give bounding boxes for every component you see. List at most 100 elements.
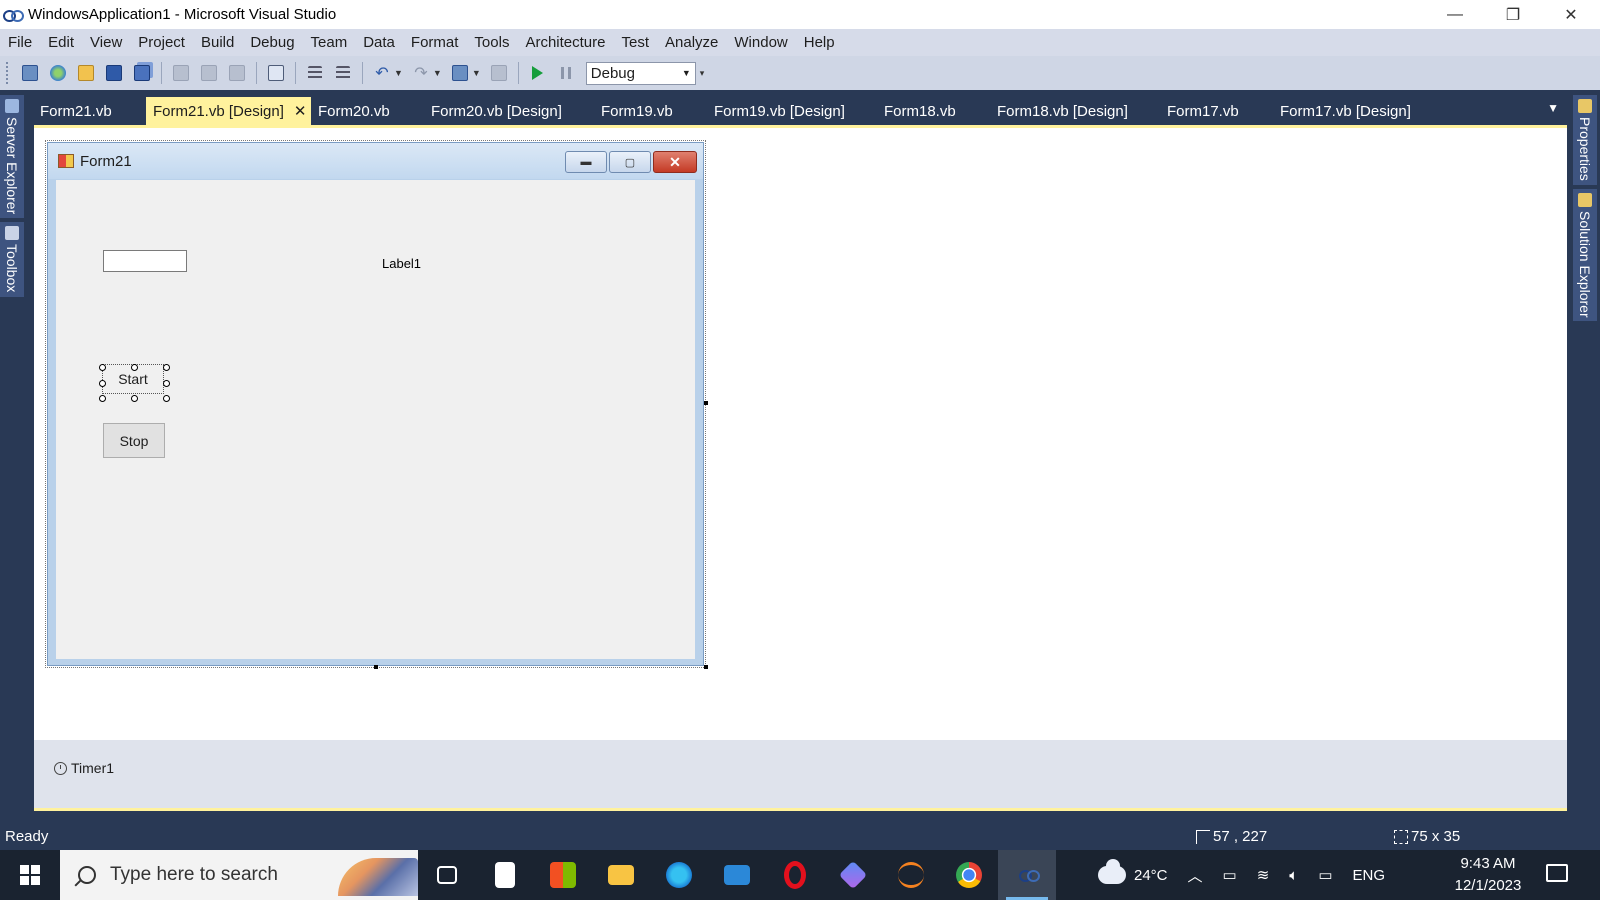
save-button[interactable] — [103, 62, 125, 84]
taskbar-clock[interactable]: 9:43 AM 12/1/2023 — [1440, 853, 1536, 897]
resize-handle[interactable] — [163, 364, 170, 371]
tray-border — [34, 808, 1567, 811]
menu-build[interactable]: Build — [193, 29, 242, 56]
undo-dropdown-icon[interactable]: ▼ — [394, 68, 403, 78]
menu-test[interactable]: Test — [614, 29, 658, 56]
resize-handle[interactable] — [99, 364, 106, 371]
tab-overflow-dropdown-icon[interactable]: ▼ — [1547, 101, 1559, 115]
form-resize-handle[interactable] — [374, 665, 378, 669]
resize-handle[interactable] — [99, 395, 106, 402]
form-resize-handle[interactable] — [704, 665, 708, 669]
resize-handle[interactable] — [131, 395, 138, 402]
mail-taskbar-button[interactable] — [708, 850, 766, 900]
menu-team[interactable]: Team — [303, 29, 356, 56]
tab-form20-design[interactable]: Form20.vb [Design] — [424, 97, 594, 125]
menu-view[interactable]: View — [82, 29, 130, 56]
new-website-button[interactable] — [47, 62, 69, 84]
open-file-button[interactable] — [75, 62, 97, 84]
toolbar-grip[interactable] — [6, 62, 10, 84]
resize-handle[interactable] — [131, 364, 138, 371]
opera-taskbar-button[interactable] — [766, 850, 824, 900]
form21-window[interactable]: Form21 ▬ ▢ ✕ Label1 Start Stop — [47, 142, 704, 666]
menu-architecture[interactable]: Architecture — [517, 29, 613, 56]
textbox1[interactable] — [103, 250, 187, 272]
find-button[interactable] — [265, 62, 287, 84]
app-taskbar-button[interactable] — [882, 850, 940, 900]
copy-button[interactable] — [198, 62, 220, 84]
position-icon — [1196, 829, 1210, 844]
visual-studio-icon — [1018, 869, 1040, 882]
comment-lines-button[interactable] — [304, 62, 326, 84]
volume-button[interactable]: 🔈︎ — [1279, 867, 1308, 884]
menu-file[interactable]: File — [0, 29, 40, 56]
resize-handle[interactable] — [99, 380, 106, 387]
start-debugging-button[interactable] — [527, 62, 549, 84]
menu-edit[interactable]: Edit — [40, 29, 82, 56]
redo-button[interactable]: ↷ — [410, 62, 432, 84]
close-button[interactable]: ✕ — [1542, 0, 1600, 29]
break-all-button[interactable] — [555, 62, 577, 84]
taskbar-search-box[interactable]: Type here to search — [60, 850, 418, 900]
menu-analyze[interactable]: Analyze — [657, 29, 726, 56]
menu-help[interactable]: Help — [796, 29, 843, 56]
menu-data[interactable]: Data — [355, 29, 403, 56]
menu-format[interactable]: Format — [403, 29, 467, 56]
menu-debug[interactable]: Debug — [242, 29, 302, 56]
network-button[interactable]: ≋ — [1247, 866, 1280, 884]
redo-dropdown-icon[interactable]: ▼ — [433, 68, 442, 78]
tab-form19-vb[interactable]: Form19.vb — [594, 97, 707, 125]
tab-form17-design[interactable]: Form17.vb [Design] — [1273, 97, 1443, 125]
menu-project[interactable]: Project — [130, 29, 193, 56]
notepad-taskbar-button[interactable] — [476, 850, 534, 900]
navigate-dropdown-icon[interactable]: ▼ — [472, 68, 481, 78]
solution-explorer-tab[interactable]: Solution Explorer — [1573, 188, 1597, 322]
weather-widget[interactable]: 24°C — [1088, 859, 1178, 884]
task-view-button[interactable] — [418, 850, 476, 900]
server-explorer-tab[interactable]: Server Explorer — [0, 95, 24, 219]
toolbar-options-icon[interactable]: ▾ — [700, 68, 705, 79]
tab-form19-design[interactable]: Form19.vb [Design] — [707, 97, 877, 125]
cut-button[interactable] — [170, 62, 192, 84]
form-client-area[interactable]: Label1 Start Stop — [56, 180, 695, 659]
visual-studio-taskbar-button[interactable] — [998, 850, 1056, 900]
save-all-button[interactable] — [131, 62, 153, 84]
toolbox-tab[interactable]: Toolbox — [0, 222, 24, 297]
properties-tab[interactable]: Properties — [1573, 95, 1597, 185]
tab-form21-vb[interactable]: Form21.vb — [33, 97, 146, 125]
new-project-button[interactable] — [19, 62, 41, 84]
menu-tools[interactable]: Tools — [466, 29, 517, 56]
start-button-windows[interactable] — [0, 850, 60, 900]
notepad-icon — [495, 862, 515, 888]
show-hidden-icons-button[interactable]: ︿ — [1178, 865, 1213, 886]
navigate-forward-button[interactable] — [488, 62, 510, 84]
timer1-component[interactable]: Timer1 — [54, 760, 114, 776]
store-taskbar-button[interactable] — [534, 850, 592, 900]
resize-handle[interactable] — [163, 380, 170, 387]
form-resize-handle[interactable] — [704, 401, 708, 405]
notification-center-icon[interactable] — [1546, 864, 1568, 882]
menu-window[interactable]: Window — [726, 29, 795, 56]
tab-form17-vb[interactable]: Form17.vb — [1160, 97, 1273, 125]
stop-button[interactable]: Stop — [103, 423, 165, 458]
label1[interactable]: Label1 — [382, 256, 421, 271]
copilot-taskbar-button[interactable] — [824, 850, 882, 900]
resize-handle[interactable] — [163, 395, 170, 402]
file-explorer-taskbar-button[interactable] — [592, 850, 650, 900]
paste-button[interactable] — [226, 62, 248, 84]
edge-taskbar-button[interactable] — [650, 850, 708, 900]
close-tab-icon[interactable]: ✕ — [294, 102, 307, 120]
uncomment-lines-button[interactable] — [332, 62, 354, 84]
tab-form18-design[interactable]: Form18.vb [Design] — [990, 97, 1160, 125]
minimize-button[interactable]: — — [1426, 0, 1484, 29]
undo-button[interactable]: ↶ — [371, 62, 393, 84]
chrome-taskbar-button[interactable] — [940, 850, 998, 900]
input-language-button[interactable]: ENG — [1343, 867, 1396, 884]
tab-form18-vb[interactable]: Form18.vb — [877, 97, 990, 125]
restore-button[interactable]: ❐ — [1484, 0, 1542, 29]
battery-button[interactable]: ▭ — [1308, 866, 1342, 884]
meet-now-button[interactable]: ▭ — [1213, 866, 1247, 884]
navigate-backward-button[interactable] — [449, 62, 471, 84]
tab-form20-vb[interactable]: Form20.vb — [311, 97, 424, 125]
tab-form21-design[interactable]: Form21.vb [Design] ✕ — [146, 97, 311, 125]
solution-configuration-dropdown[interactable]: Debug ▼ — [585, 61, 696, 85]
